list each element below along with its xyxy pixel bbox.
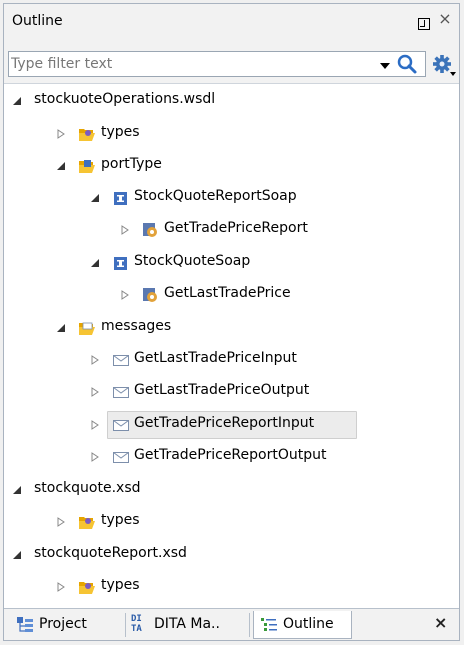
tree-item-types[interactable]: types xyxy=(4,505,459,537)
message-envelope-icon xyxy=(113,452,129,463)
tree-item-get-last-trade-price-output[interactable]: GetLastTradePriceOutput xyxy=(4,375,459,407)
filter-toolbar xyxy=(4,46,459,84)
panel-title: Outline xyxy=(12,13,63,29)
filter-box xyxy=(8,51,426,77)
tree-item-get-trade-price-report-output[interactable]: GetTradePriceReportOutput xyxy=(4,440,459,472)
collapsed-arrow-icon[interactable] xyxy=(56,129,66,139)
collapsed-arrow-icon[interactable] xyxy=(90,452,100,462)
tree-item-label: types xyxy=(101,124,140,140)
message-envelope-icon xyxy=(113,420,129,431)
dropdown-arrow-icon[interactable] xyxy=(380,63,390,69)
settings-gear-icon[interactable] xyxy=(431,53,457,77)
folder-open-icon xyxy=(79,129,95,141)
tab-dita-maps[interactable]: DI TA DITA Ma.. xyxy=(128,611,246,639)
operation-icon xyxy=(143,288,157,302)
interface-icon xyxy=(114,192,127,205)
close-icon[interactable]: × xyxy=(436,9,454,29)
expanded-arrow-icon[interactable] xyxy=(12,485,22,495)
tab-separator xyxy=(249,613,250,637)
collapsed-arrow-icon[interactable] xyxy=(56,582,66,592)
tab-outline[interactable]: Outline xyxy=(253,611,352,639)
search-icon[interactable] xyxy=(395,53,419,75)
tree-item-stockquote-report-soap[interactable]: StockQuoteReportSoap xyxy=(4,181,459,213)
tree-item-label: stockquoteReport.xsd xyxy=(34,545,187,561)
tab-label: Outline xyxy=(283,616,334,632)
collapsed-arrow-icon[interactable] xyxy=(90,355,100,365)
tree-item-stockquote-report-xsd[interactable]: stockquoteReport.xsd xyxy=(4,538,459,570)
expanded-arrow-icon[interactable] xyxy=(56,323,66,333)
expanded-arrow-icon[interactable] xyxy=(90,258,100,268)
interface-icon xyxy=(114,257,127,270)
tree-item-label: stockquote.xsd xyxy=(34,480,141,496)
panel-header: Outline × xyxy=(4,4,459,46)
tree-item-types[interactable]: types xyxy=(4,570,459,602)
tree-item-label: GetTradePriceReport xyxy=(164,220,308,236)
tab-project[interactable]: Project xyxy=(10,611,122,639)
outline-tree: stockuoteOperations.wsdl types portType xyxy=(4,84,459,604)
tree-item-label: GetTradePriceReportInput xyxy=(134,415,315,431)
tree-item-label: types xyxy=(101,577,140,593)
tree-item-get-last-trade-price[interactable]: GetLastTradePrice xyxy=(4,278,459,310)
folder-open-icon xyxy=(79,322,95,335)
expanded-arrow-icon[interactable] xyxy=(56,161,66,171)
tree-item-label: StockQuoteReportSoap xyxy=(134,188,297,204)
collapsed-arrow-icon[interactable] xyxy=(120,225,130,235)
dita-maps-icon: DI TA xyxy=(131,614,142,634)
tree-item-label: stockuoteOperations.wsdl xyxy=(34,91,216,107)
message-envelope-icon xyxy=(113,387,129,398)
tree-item-label: GetLastTradePriceOutput xyxy=(134,382,310,398)
tree-item-label: GetLastTradePriceInput xyxy=(134,350,297,366)
tab-label: DITA Ma.. xyxy=(154,616,220,632)
tree-item-get-trade-price-report[interactable]: GetTradePriceReport xyxy=(4,213,459,245)
filter-input[interactable] xyxy=(11,54,371,74)
tree-item-messages[interactable]: messages xyxy=(4,311,459,343)
tree-item-get-last-trade-price-input[interactable]: GetLastTradePriceInput xyxy=(4,343,459,375)
tree-item-get-trade-price-report-input[interactable]: GetTradePriceReportInput xyxy=(4,408,459,440)
collapsed-arrow-icon[interactable] xyxy=(90,420,100,430)
tab-label: Project xyxy=(39,616,87,632)
expanded-arrow-icon[interactable] xyxy=(90,193,100,203)
collapsed-arrow-icon[interactable] xyxy=(90,387,100,397)
tree-item-label: types xyxy=(101,512,140,528)
outline-icon xyxy=(261,618,277,631)
tree-item-stockquote-xsd[interactable]: stockquote.xsd xyxy=(4,473,459,505)
operation-icon xyxy=(143,223,157,237)
outline-panel: Outline × Type filter text stockuoteOper… xyxy=(3,3,460,641)
tree-item-label: messages xyxy=(101,318,172,334)
folder-open-icon xyxy=(79,582,95,594)
tree-item-label: StockQuoteSoap xyxy=(134,253,251,269)
tree-item-porttype[interactable]: portType xyxy=(4,149,459,181)
minimize-icon[interactable] xyxy=(418,18,430,30)
tree-item-types[interactable]: types xyxy=(4,117,459,149)
tab-separator xyxy=(125,613,126,637)
message-envelope-icon xyxy=(113,355,129,366)
collapsed-arrow-icon[interactable] xyxy=(56,517,66,527)
expanded-arrow-icon[interactable] xyxy=(12,550,22,560)
project-icon xyxy=(17,617,33,632)
folder-open-icon xyxy=(79,160,95,173)
tree-item-stockquote-operations-wsdl[interactable]: stockuoteOperations.wsdl xyxy=(4,84,459,116)
tree-item-label: GetLastTradePrice xyxy=(164,285,291,301)
expanded-arrow-icon[interactable] xyxy=(12,96,22,106)
collapsed-arrow-icon[interactable] xyxy=(120,290,130,300)
tree-item-label: portType xyxy=(101,156,162,172)
tree-item-stockquote-soap[interactable]: StockQuoteSoap xyxy=(4,246,459,278)
folder-open-icon xyxy=(79,517,95,529)
close-view-icon[interactable]: × xyxy=(434,613,447,632)
view-tab-bar: Project DI TA DITA Ma.. Outline × xyxy=(4,608,459,640)
tree-item-label: GetTradePriceReportOutput xyxy=(134,447,327,463)
